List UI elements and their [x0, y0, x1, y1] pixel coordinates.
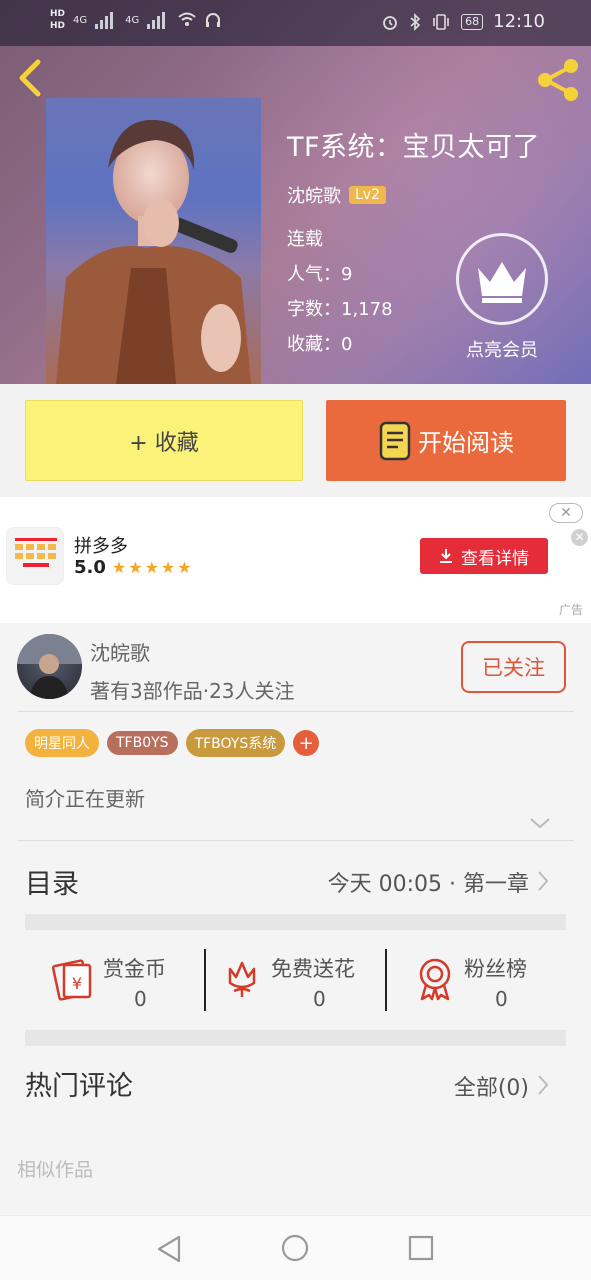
share-icon[interactable]: [536, 58, 580, 102]
ad-details-label: 查看详情: [461, 548, 529, 569]
flower-icon: [228, 961, 256, 997]
free-flower-stat[interactable]: 免费送花 0: [222, 947, 372, 1017]
vibrate-icon: [433, 13, 449, 30]
signal-icon: [95, 11, 117, 29]
stat-separator: [204, 949, 206, 1011]
book-header: HD HD 4G 4G 68 12:10 TF系统：宝贝太可了 沈皖歌 Lv2 …: [0, 0, 591, 384]
fan-ranking-stat[interactable]: 粉丝榜 0: [415, 947, 545, 1017]
ad-close-button[interactable]: ✕: [549, 503, 583, 523]
tag-item[interactable]: 明星同人: [25, 729, 99, 757]
tag-item[interactable]: TFB0YS: [107, 731, 178, 755]
chevron-right-icon: [538, 871, 549, 891]
tag-item[interactable]: TFBOYS系统: [185, 729, 286, 757]
author-avatar[interactable]: [17, 634, 82, 699]
expand-chevron-icon[interactable]: [529, 816, 551, 830]
network-label-2: 4G: [125, 14, 140, 26]
medal-icon: [419, 958, 451, 1001]
headphone-icon: [206, 13, 221, 27]
tag-list: 明星同人 TFB0YS TFBOYS系统 +: [25, 729, 320, 757]
nav-home-icon[interactable]: [281, 1234, 309, 1262]
system-nav-bar: [0, 1215, 591, 1280]
bluetooth-icon: [410, 12, 421, 31]
book-cover-image[interactable]: [46, 98, 261, 384]
free-flower-value: 0: [313, 987, 326, 1011]
section-divider: [25, 914, 566, 930]
download-icon: [440, 549, 452, 563]
vip-button[interactable]: [456, 233, 548, 325]
toc-latest-chapter: 今天 00:05 · 第一章: [327, 872, 529, 897]
all-comments-link[interactable]: 全部(0): [454, 1070, 529, 1102]
red-envelope-icon: ¥: [51, 959, 92, 1001]
ad-dismiss-icon[interactable]: ✕: [571, 529, 588, 546]
fan-ranking-label: 粉丝榜: [464, 957, 527, 981]
author-level-badge: Lv2: [349, 186, 386, 204]
ad-details-button[interactable]: 查看详情: [420, 538, 548, 574]
svg-text:¥: ¥: [72, 974, 82, 993]
author-card[interactable]: 沈皖歌 著有3部作品·23人关注 已关注: [0, 623, 591, 711]
status-bar: HD HD 4G 4G 68 12:10: [0, 0, 591, 46]
alarm-icon: [383, 15, 398, 30]
ad-banner[interactable]: ✕ 拼多多 5.0 ★★★★★ 查看详情 ✕ 广告: [0, 497, 591, 623]
start-reading-button[interactable]: 开始阅读: [326, 400, 566, 481]
add-tag-button[interactable]: +: [293, 730, 320, 756]
ad-stars: ★★★★★: [111, 558, 194, 577]
author-card-name: 沈皖歌: [90, 641, 150, 665]
divider: [17, 840, 574, 841]
network-label-1: 4G: [73, 14, 88, 26]
author-card-stats: 著有3部作品·23人关注: [90, 679, 295, 703]
vip-label[interactable]: 点亮会员: [446, 336, 558, 362]
ad-app-name: 拼多多: [74, 536, 128, 557]
chevron-right-icon[interactable]: [536, 1074, 550, 1096]
nav-recents-icon[interactable]: [408, 1235, 434, 1261]
follow-button[interactable]: 已关注: [461, 641, 566, 693]
toc-row[interactable]: 目录 今天 00:05 · 第一章: [0, 856, 591, 914]
action-bar: + 收藏 开始阅读: [0, 384, 591, 497]
hd-indicator: HD HD: [50, 9, 66, 31]
hot-comments-title: 热门评论: [25, 1071, 133, 1102]
ad-tag: 广告: [558, 603, 583, 617]
book-title: TF系统：宝贝太可了: [287, 132, 541, 163]
nav-back-icon[interactable]: [155, 1234, 183, 1264]
start-reading-label: 开始阅读: [418, 429, 514, 457]
reward-coin-stat[interactable]: ¥ 赏金币 0: [50, 947, 190, 1017]
wifi-icon: [178, 12, 196, 26]
author-name[interactable]: 沈皖歌: [287, 182, 341, 208]
support-stats: ¥ 赏金币 0 免费送花 0 粉丝榜 0: [0, 947, 591, 1027]
battery-icon: 68: [461, 13, 484, 30]
crown-icon: [478, 262, 526, 303]
fan-ranking-value: 0: [495, 987, 508, 1011]
ad-app-icon: [6, 527, 64, 585]
stat-separator: [385, 949, 387, 1011]
reward-coin-value: 0: [134, 987, 147, 1011]
similar-works-title: 相似作品: [17, 1159, 94, 1181]
free-flower-label: 免费送花: [271, 957, 355, 981]
reward-coin-label: 赏金币: [103, 957, 166, 981]
ad-rating: 5.0 ★★★★★: [74, 557, 194, 578]
clock: 12:10: [493, 11, 545, 32]
book-icon: [379, 421, 411, 460]
ad-rating-value: 5.0: [74, 557, 106, 578]
toc-title: 目录: [25, 869, 79, 900]
divider: [17, 711, 574, 712]
back-arrow-icon[interactable]: [14, 58, 48, 98]
book-intro: 简介正在更新: [25, 787, 145, 811]
section-divider: [25, 1030, 566, 1046]
collect-button[interactable]: + 收藏: [25, 400, 303, 481]
signal-icon-2: [147, 11, 169, 29]
